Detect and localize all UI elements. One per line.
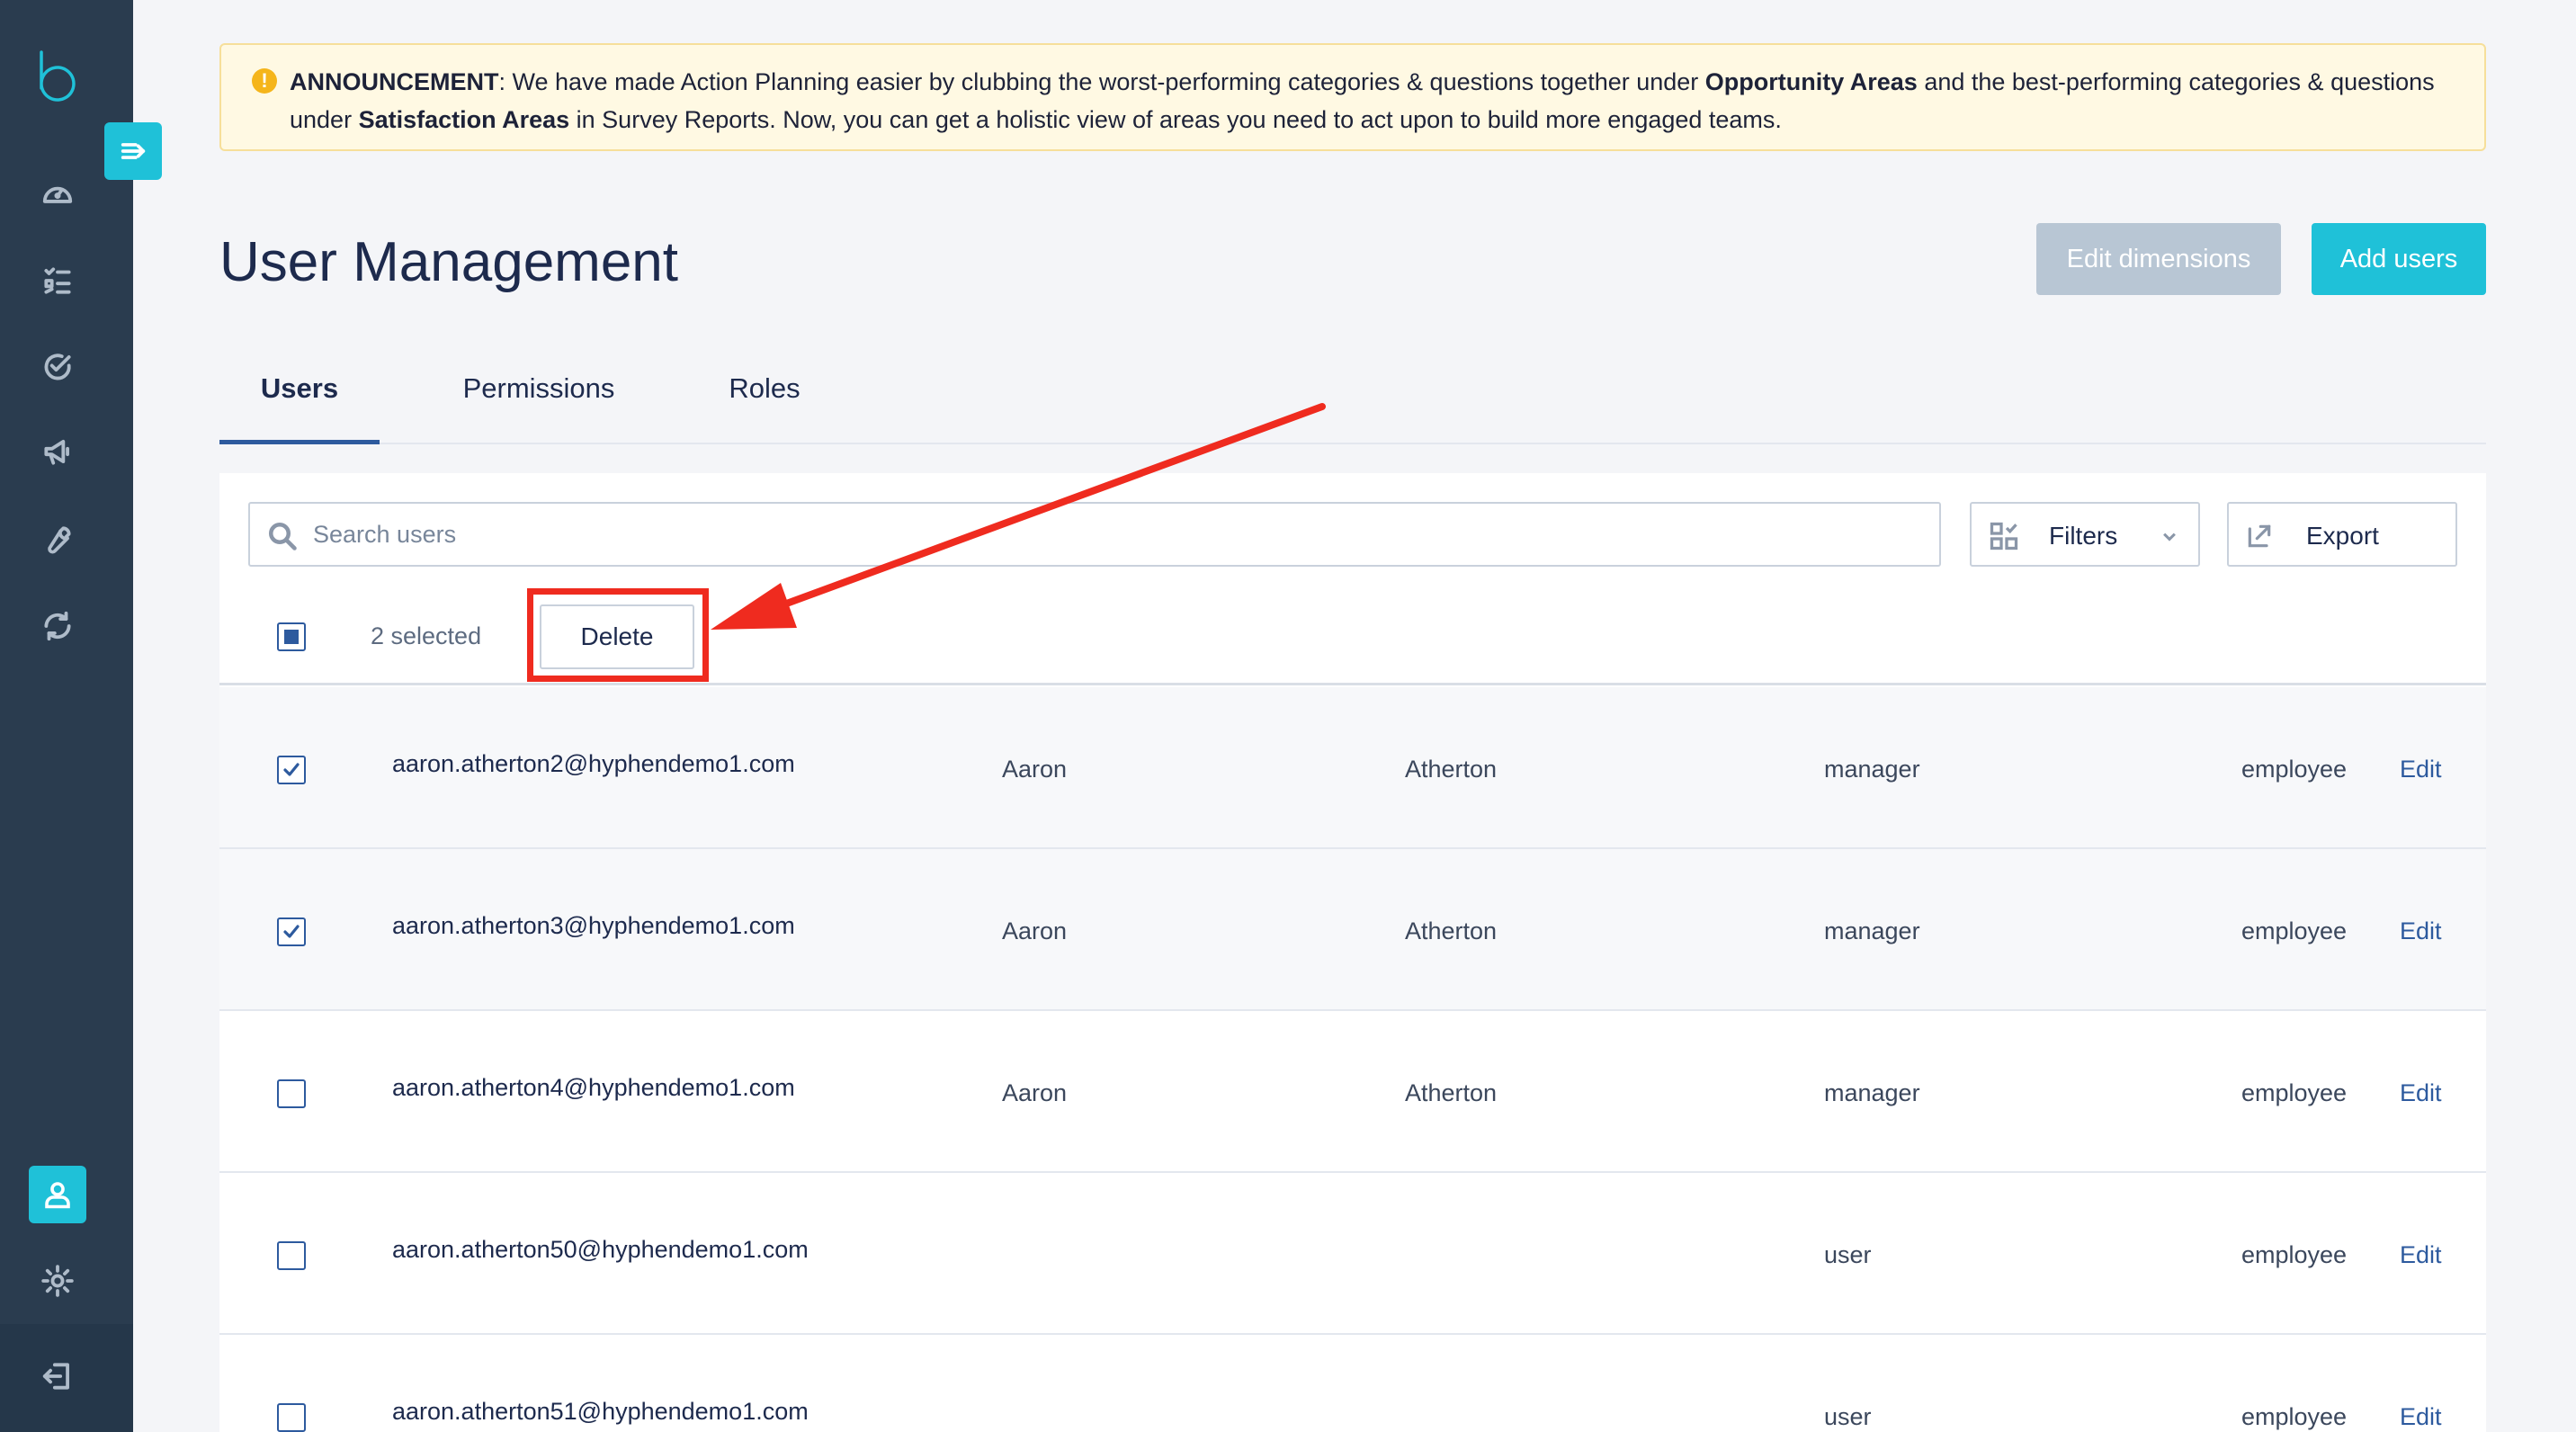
email-cell: aaron.atherton4@hyphendemo1.com bbox=[392, 1074, 795, 1101]
edit-link[interactable]: Edit bbox=[2400, 917, 2442, 945]
expand-arrow-icon bbox=[121, 143, 146, 159]
checkmark-icon bbox=[283, 925, 300, 938]
role-cell: manager bbox=[1824, 917, 1920, 944]
filters-label: Filters bbox=[2049, 522, 2118, 550]
select-all-checkbox[interactable] bbox=[277, 622, 306, 651]
selected-count: 2 selected bbox=[371, 622, 482, 649]
role-cell: manager bbox=[1824, 756, 1920, 783]
role-cell: manager bbox=[1824, 1079, 1920, 1106]
announcement-text: in Survey Reports. Now, you can get a ho… bbox=[569, 106, 1782, 133]
checkmark-icon bbox=[283, 763, 300, 776]
row-checkbox[interactable] bbox=[277, 756, 306, 784]
edit-link[interactable]: Edit bbox=[2400, 1079, 2442, 1107]
user-management-nav[interactable] bbox=[29, 1166, 86, 1223]
email-cell: aaron.atherton3@hyphendemo1.com bbox=[392, 912, 795, 939]
search-input[interactable] bbox=[313, 511, 1914, 558]
megaphone-icon[interactable] bbox=[38, 432, 77, 471]
sidebar bbox=[0, 0, 133, 1432]
checklist-icon[interactable] bbox=[38, 261, 77, 300]
last-name-cell: Atherton bbox=[1405, 756, 1498, 783]
type-cell: employee bbox=[2241, 1241, 2348, 1268]
edit-link[interactable]: Edit bbox=[2400, 1403, 2442, 1431]
row-checkbox[interactable] bbox=[277, 1403, 306, 1432]
first-name-cell: Aaron bbox=[1002, 756, 1068, 783]
announcement-text: : We have made Action Planning easier by… bbox=[498, 68, 1705, 95]
satisfaction-areas-text: Satisfaction Areas bbox=[358, 106, 570, 133]
email-cell: aaron.atherton50@hyphendemo1.com bbox=[392, 1236, 809, 1263]
announcement-label: ANNOUNCEMENT bbox=[290, 68, 499, 95]
wrench-icon[interactable] bbox=[38, 520, 77, 559]
search-box[interactable] bbox=[248, 502, 1941, 567]
add-users-button[interactable]: Add users bbox=[2312, 223, 2486, 295]
row-checkbox[interactable] bbox=[277, 1241, 306, 1270]
email-cell: aaron.atherton2@hyphendemo1.com bbox=[392, 750, 795, 777]
type-cell: employee bbox=[2241, 756, 2348, 783]
page-title: User Management bbox=[219, 231, 679, 293]
filter-grid-icon bbox=[1988, 520, 2020, 552]
table-row: aaron.atherton50@hyphendemo1.com user em… bbox=[219, 1173, 2486, 1335]
search-icon bbox=[266, 520, 299, 552]
export-icon bbox=[2245, 522, 2274, 550]
first-name-cell: Aaron bbox=[1002, 917, 1068, 944]
tab-users[interactable]: Users bbox=[219, 372, 380, 444]
edit-dimensions-button[interactable]: Edit dimensions bbox=[2036, 223, 2281, 295]
row-checkbox[interactable] bbox=[277, 1079, 306, 1108]
table-row: aaron.atherton3@hyphendemo1.com Aaron At… bbox=[219, 849, 2486, 1011]
warning-icon: ! bbox=[252, 68, 277, 94]
gear-icon[interactable] bbox=[38, 1261, 77, 1301]
users-table-panel: Filters Export 2 selected Delete aaron.a… bbox=[219, 473, 2486, 1432]
last-name-cell: Atherton bbox=[1405, 917, 1498, 944]
edit-link[interactable]: Edit bbox=[2400, 756, 2442, 783]
table-row: aaron.atherton2@hyphendemo1.com Aaron At… bbox=[219, 687, 2486, 849]
role-cell: user bbox=[1824, 1403, 1872, 1430]
email-cell: aaron.atherton51@hyphendemo1.com bbox=[392, 1398, 809, 1425]
logo[interactable] bbox=[34, 49, 81, 104]
table-row: aaron.atherton4@hyphendemo1.com Aaron At… bbox=[219, 1011, 2486, 1173]
edit-link[interactable]: Edit bbox=[2400, 1241, 2442, 1269]
tab-roles[interactable]: Roles bbox=[720, 372, 809, 444]
first-name-cell: Aaron bbox=[1002, 1079, 1068, 1106]
table-row: aaron.atherton51@hyphendemo1.com user em… bbox=[219, 1335, 2486, 1432]
logout-icon[interactable] bbox=[38, 1356, 77, 1396]
export-button[interactable]: Export bbox=[2227, 502, 2457, 567]
tab-bar: Users Permissions Roles bbox=[219, 360, 2486, 444]
role-cell: user bbox=[1824, 1241, 1872, 1268]
check-circle-icon[interactable] bbox=[38, 347, 77, 387]
last-name-cell: Atherton bbox=[1405, 1079, 1498, 1106]
type-cell: employee bbox=[2241, 917, 2348, 944]
delete-button[interactable]: Delete bbox=[540, 604, 694, 669]
type-cell: employee bbox=[2241, 1403, 2348, 1430]
chevron-down-icon bbox=[2157, 524, 2182, 549]
opportunity-areas-text: Opportunity Areas bbox=[1704, 68, 1918, 95]
row-checkbox[interactable] bbox=[277, 917, 306, 946]
user-icon bbox=[45, 1182, 70, 1209]
filters-dropdown[interactable]: Filters bbox=[1970, 502, 2200, 567]
sidebar-toggle-button[interactable] bbox=[104, 122, 162, 180]
export-label: Export bbox=[2306, 522, 2379, 550]
dashboard-icon[interactable] bbox=[38, 175, 77, 214]
announcement-banner: ! ANNOUNCEMENT: We have made Action Plan… bbox=[219, 43, 2486, 151]
tab-permissions[interactable]: Permissions bbox=[444, 372, 633, 444]
sync-icon[interactable] bbox=[38, 606, 77, 646]
type-cell: employee bbox=[2241, 1079, 2348, 1106]
